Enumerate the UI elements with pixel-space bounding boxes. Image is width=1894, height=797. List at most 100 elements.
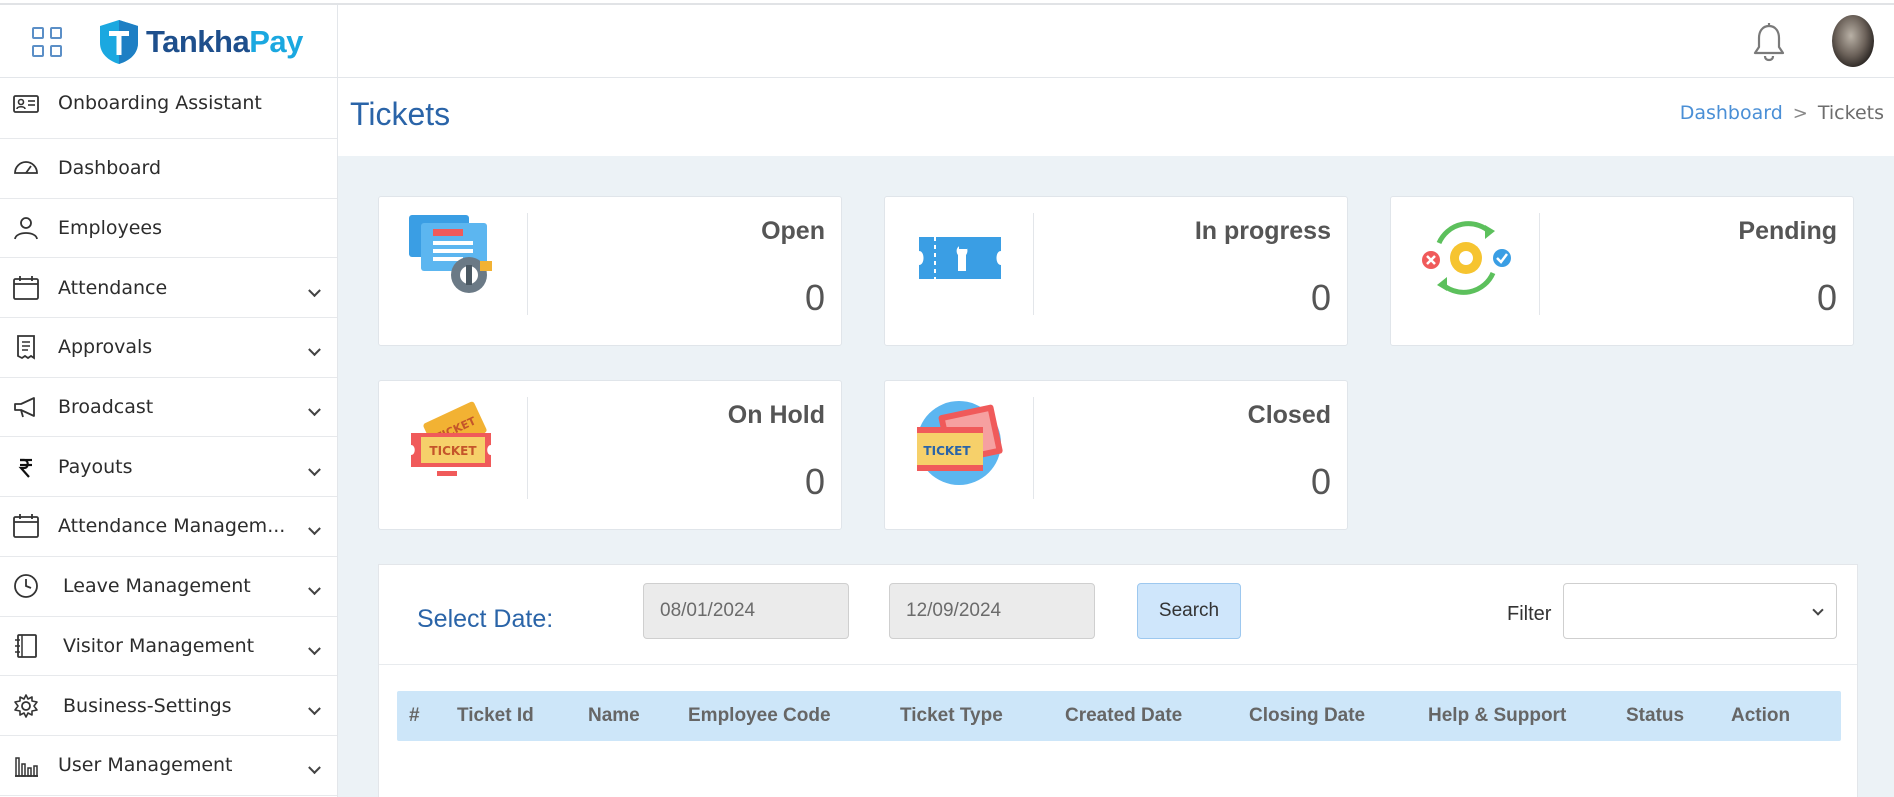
stat-card-closed[interactable]: TICKET Closed 0 xyxy=(884,380,1348,530)
sidebar-item-leave-management[interactable]: Leave Management xyxy=(0,557,337,617)
sidebar-item-label: Attendance Managem... xyxy=(58,515,286,538)
chevron-down-icon xyxy=(308,343,321,357)
column-header-created-date[interactable]: Created Date xyxy=(1065,705,1182,727)
stat-label: Closed xyxy=(1247,401,1331,429)
sidebar-item-user-management[interactable]: User Management xyxy=(0,736,337,796)
user-icon xyxy=(14,217,38,240)
ticket-wrench-icon xyxy=(919,237,1001,279)
megaphone-icon xyxy=(14,397,35,418)
chevron-down-icon xyxy=(308,463,321,476)
shield-logo-icon xyxy=(100,20,138,64)
sidebar-item-visitor-management[interactable]: Visitor Management xyxy=(0,617,337,677)
column-header-ticket-type[interactable]: Ticket Type xyxy=(900,705,1003,727)
breadcrumb-current: Tickets xyxy=(1817,102,1884,124)
stat-card-pending[interactable]: Pending 0 xyxy=(1390,196,1854,346)
svg-text:TICKET: TICKET xyxy=(923,444,971,458)
clock-icon xyxy=(14,574,38,599)
search-button[interactable]: Search xyxy=(1137,583,1241,639)
sidebar: Onboarding Assistant Dashboard Employees… xyxy=(0,78,338,797)
rupee-icon xyxy=(18,458,32,478)
stat-card-open[interactable]: Open 0 xyxy=(378,196,842,346)
chevron-down-icon xyxy=(308,642,321,655)
column-header-closing-date[interactable]: Closing Date xyxy=(1249,705,1365,727)
sidebar-item-dashboard[interactable]: Dashboard xyxy=(0,139,337,199)
gear-icon xyxy=(14,693,38,718)
stat-value: 0 xyxy=(1310,277,1331,318)
card-divider xyxy=(1539,213,1540,315)
tickets-panel: Select Date: 08/01/2024 12/09/2024 Searc… xyxy=(378,564,1858,797)
column-header-name[interactable]: Name xyxy=(588,705,640,727)
stat-value: 0 xyxy=(804,277,825,318)
sidebar-item-label: Approvals xyxy=(58,336,153,359)
apps-grid-icon[interactable] xyxy=(32,27,62,57)
brand-name: TankhaPay xyxy=(146,24,303,59)
table-header: # Ticket Id Name Employee Code Ticket Ty… xyxy=(397,691,1841,741)
user-avatar[interactable] xyxy=(1832,15,1874,67)
sidebar-item-label: Onboarding Assistant xyxy=(58,92,262,114)
chevron-down-icon xyxy=(308,701,321,715)
sidebar-item-label: Employees xyxy=(58,217,162,240)
calendar-icon xyxy=(13,275,39,300)
bar-chart-icon xyxy=(15,757,38,778)
sidebar-item-attendance[interactable]: Attendance xyxy=(0,258,337,319)
sidebar-item-broadcast[interactable]: Broadcast xyxy=(0,378,337,438)
column-header-action[interactable]: Action xyxy=(1731,705,1790,727)
receipt-icon xyxy=(17,335,35,361)
chevron-down-icon xyxy=(308,403,321,417)
stat-label: In progress xyxy=(1194,217,1331,245)
page-title: Tickets xyxy=(350,96,451,132)
select-date-label: Select Date: xyxy=(417,605,554,633)
from-date-input[interactable]: 08/01/2024 xyxy=(643,583,849,639)
bell-icon[interactable] xyxy=(1750,22,1788,62)
sidebar-item-business-settings[interactable]: Business-Settings xyxy=(0,676,337,736)
stat-card-on-hold[interactable]: TICKET TICKET On Hold 0 xyxy=(378,380,842,530)
tankhapay-logo[interactable]: TankhaPay xyxy=(98,19,303,65)
page-header: Tickets Dashboard > Tickets xyxy=(338,78,1894,156)
chevron-down-icon xyxy=(308,761,321,775)
chevron-down-icon xyxy=(308,284,321,297)
column-header-status[interactable]: Status xyxy=(1626,705,1684,727)
sidebar-item-label: Broadcast xyxy=(58,396,154,419)
notebook-icon xyxy=(15,633,37,658)
to-date-input[interactable]: 12/09/2024 xyxy=(889,583,1095,639)
chevron-down-icon xyxy=(308,582,321,596)
chevron-down-icon xyxy=(308,522,321,536)
top-header xyxy=(338,5,1894,78)
sidebar-item-label: Visitor Management xyxy=(63,634,255,657)
column-header-ticket-id[interactable]: Ticket Id xyxy=(457,705,534,727)
card-divider xyxy=(1033,397,1034,499)
calendar-icon xyxy=(13,514,39,539)
sidebar-item-employees[interactable]: Employees xyxy=(0,199,337,259)
sidebar-item-label: Dashboard xyxy=(58,157,162,180)
stat-value: 0 xyxy=(1310,461,1331,502)
brand-bar: TankhaPay xyxy=(0,5,338,78)
card-divider xyxy=(527,213,528,315)
stat-label: Pending xyxy=(1738,217,1837,245)
sidebar-item-approvals[interactable]: Approvals xyxy=(0,318,337,378)
sidebar-item-onboarding-assistant[interactable]: Onboarding Assistant xyxy=(0,78,337,139)
ticket-settings-icon xyxy=(409,215,492,293)
filter-select[interactable] xyxy=(1563,583,1837,639)
breadcrumb: Dashboard > Tickets xyxy=(1680,102,1884,124)
svg-text:TICKET: TICKET xyxy=(429,444,477,458)
stat-card-in-progress[interactable]: In progress 0 xyxy=(884,196,1348,346)
sidebar-item-label: Leave Management xyxy=(63,575,251,598)
sidebar-item-label: Attendance xyxy=(58,276,168,299)
sidebar-item-label: Payouts xyxy=(58,455,133,478)
date-filter-row: Select Date: 08/01/2024 12/09/2024 Searc… xyxy=(379,565,1857,665)
gear-cycle-icon xyxy=(1422,221,1511,295)
breadcrumb-dashboard-link[interactable]: Dashboard xyxy=(1680,102,1783,124)
speedometer-icon xyxy=(14,161,38,175)
column-header-help-support[interactable]: Help & Support xyxy=(1428,705,1566,727)
card-divider xyxy=(527,397,528,499)
tickets-icon: TICKET TICKET xyxy=(411,401,491,476)
sidebar-item-payouts[interactable]: Payouts xyxy=(0,437,337,498)
stat-label: On Hold xyxy=(727,401,825,429)
stat-label: Open xyxy=(761,217,825,245)
column-header-number[interactable]: # xyxy=(409,705,420,727)
sidebar-item-attendance-management[interactable]: Attendance Managem... xyxy=(0,497,337,557)
chevron-down-icon xyxy=(1812,604,1824,616)
column-header-employee-code[interactable]: Employee Code xyxy=(688,705,831,727)
sidebar-item-label: Business-Settings xyxy=(63,694,232,717)
filter-label: Filter xyxy=(1507,603,1552,625)
